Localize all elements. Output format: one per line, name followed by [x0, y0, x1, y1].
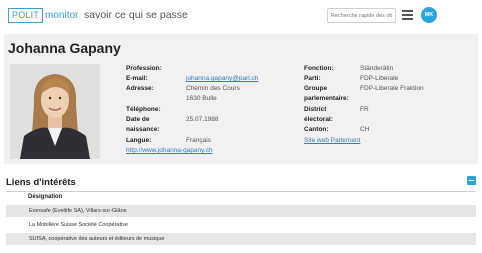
website-link[interactable]: http://www.johanna-gapany.ch: [126, 147, 213, 156]
email-label: E-mail:: [126, 75, 148, 82]
top-header: POLIT monitor savoir ce qui se passe MK: [0, 0, 482, 32]
dob-label-line-1: Date de: [126, 116, 150, 123]
email-link[interactable]: johanna.gapany@parl.ch: [186, 75, 258, 84]
group-label-line-2: parlementaire:: [304, 95, 349, 102]
section-divider: [6, 191, 476, 192]
portrait-photo: [10, 64, 100, 159]
parliament-website-link[interactable]: Site web Parlement: [304, 137, 360, 146]
user-avatar[interactable]: MK: [421, 7, 437, 23]
interests-title: Liens d'intérêts: [6, 177, 76, 188]
quick-search-input[interactable]: [327, 8, 396, 23]
language-value: Français: [186, 137, 211, 144]
district-label-line-2: électoral:: [304, 116, 333, 123]
logo-box-text: POLIT: [8, 8, 44, 23]
table-row: La Mobilière Suisse Société Coopérative: [29, 222, 129, 228]
district-value: FR: [360, 106, 369, 113]
party-label: Parti:: [304, 75, 321, 82]
canton-label: Canton:: [304, 126, 329, 133]
function-label: Fonction:: [304, 65, 334, 72]
tagline: savoir ce qui se passe: [84, 9, 188, 21]
profession-label: Profession:: [126, 65, 162, 72]
address-label: Adresse:: [126, 85, 154, 92]
dob-value: 25.07.1988: [186, 116, 219, 123]
district-label-line-1: District: [304, 106, 327, 113]
phone-label: Téléphone:: [126, 106, 161, 113]
table-row: Eversafe (Eveltife SA), Villars-sur-Glân…: [6, 205, 476, 217]
designation-column-header: Désignation: [28, 194, 63, 200]
collapse-icon[interactable]: [467, 176, 476, 185]
group-value: FDP-Liberale Fraktion: [360, 85, 424, 92]
canton-value: CH: [360, 126, 370, 133]
politmonitor-logo[interactable]: POLIT monitor: [8, 8, 78, 23]
group-label-line-1: Groupe: [304, 85, 328, 92]
address-line-2: 1630 Bulle: [186, 95, 217, 102]
interests-section: Liens d'intérêts Désignation Eversafe (E…: [4, 168, 478, 250]
function-value: Ständerätin: [360, 65, 394, 72]
party-value: FDP-Liberale: [360, 75, 399, 82]
person-name: Johanna Gapany: [8, 40, 121, 56]
dob-label-line-2: naissance:: [126, 126, 160, 133]
hamburger-menu-icon[interactable]: [402, 10, 413, 20]
profile-card: Johanna Gapany Profession: E-mail: johan…: [4, 34, 478, 164]
language-label: Langue:: [126, 137, 152, 144]
table-row: SUISA, coopérative des auteurs et éditeu…: [6, 233, 476, 245]
logo-word-text: monitor: [45, 10, 79, 21]
address-line-1: Chemin des Cours: [186, 85, 240, 92]
